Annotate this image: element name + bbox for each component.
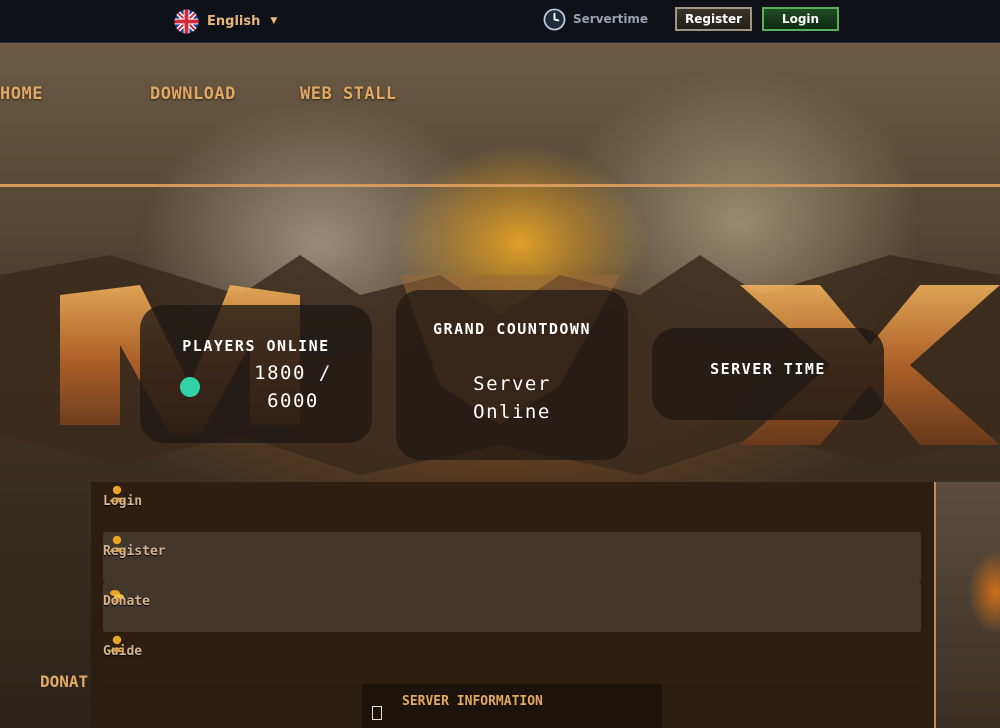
quick-link-register[interactable]: Register [103,532,921,582]
quick-link-login[interactable]: Login [103,482,921,532]
server-time-title: SERVER TIME [710,360,826,378]
players-online-title: PLAYERS ONLINE [182,337,330,355]
quick-link-label: Register [103,544,166,559]
nav-web-stall[interactable]: WEB STALL [300,84,397,104]
nav-divider [0,184,1000,187]
quick-link-label: Guide [103,644,143,659]
server-time-box: SERVER TIME [652,328,884,420]
quick-link-label: Donate [103,594,150,609]
nav-home[interactable]: HOME [0,84,43,104]
players-online-box: PLAYERS ONLINE 1800 / 6000 [140,305,372,443]
clock-icon [543,8,566,30]
chevron-down-icon: ▼ [270,16,278,26]
servertime-label: Servertime [573,12,649,26]
quick-link-label: Login [103,494,143,509]
uk-flag-icon [174,8,199,34]
grand-countdown-title: GRAND COUNTDOWN [433,320,591,338]
quick-link-donate[interactable]: Donate [103,582,921,632]
server-info-icon [372,706,382,720]
register-button[interactable]: Register [675,7,752,31]
servertime-link[interactable]: Servertime [543,7,648,31]
language-selector[interactable]: English ▼ [174,8,277,34]
server-information-header: SERVER INFORMATION [362,684,662,728]
grand-countdown-value: Server Online [473,373,551,423]
side-artwork-frame [934,482,1000,728]
players-online-value: 1800 / 6000 [254,362,332,412]
nav-download[interactable]: DOWNLOAD [150,84,236,104]
grand-countdown-box: GRAND COUNTDOWN Server Online [396,290,628,460]
login-button[interactable]: Login [762,7,839,31]
quick-link-guide[interactable]: Guide [103,632,921,682]
donate-heading: DONAT [40,672,89,691]
top-bar: English ▼ Servertime Register Login [0,0,1000,43]
server-information-title: SERVER INFORMATION [402,694,543,709]
language-label: English [207,13,261,29]
online-status-dot [180,377,200,397]
